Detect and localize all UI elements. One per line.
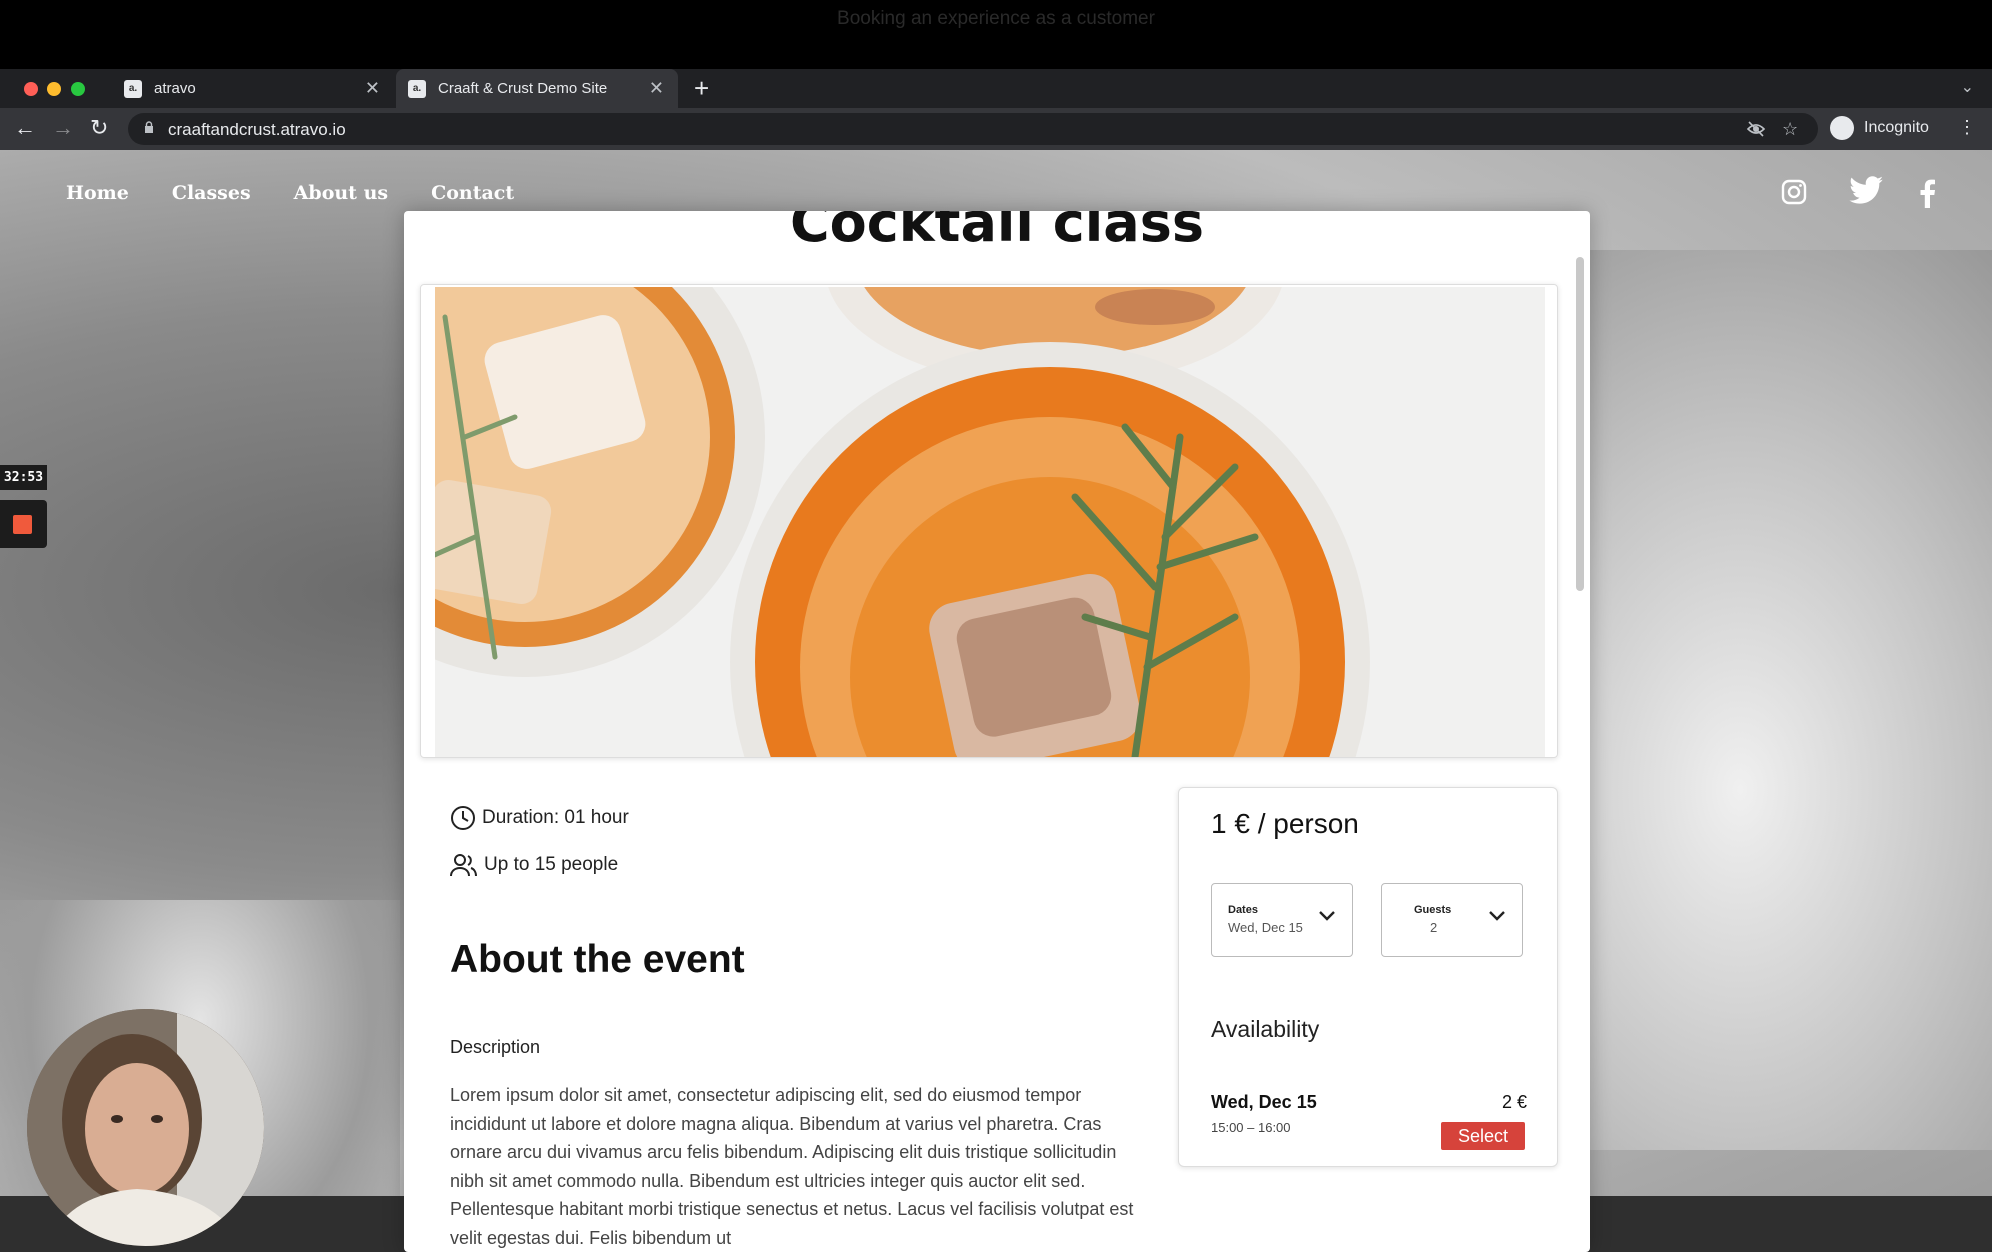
dates-value: Wed, Dec 15 — [1228, 920, 1303, 935]
profile-label: Incognito — [1864, 119, 1929, 136]
close-tab-icon[interactable]: ✕ — [649, 78, 664, 99]
recording-caption: Booking an experience as a customer — [837, 8, 1155, 29]
browser-tabstrip: a. atravo ✕ a. Craaft & Crust Demo Site … — [0, 69, 1992, 108]
tracking-protection-eye-off-icon[interactable] — [1746, 119, 1766, 144]
event-title: Cocktail class — [790, 211, 1204, 254]
recording-timer: 32:53 — [0, 465, 47, 490]
slot-date: Wed, Dec 15 — [1211, 1092, 1317, 1112]
stop-recording-button[interactable] — [0, 500, 47, 548]
panel-scrollbar[interactable] — [1576, 257, 1584, 591]
duration-row: Duration: 01 hour — [450, 805, 629, 831]
back-arrow-icon[interactable]: ← — [14, 115, 36, 141]
website-viewport: Home Classes About us Contact Cocktail c… — [0, 150, 1992, 1252]
lock-icon — [145, 121, 153, 133]
instagram-icon[interactable] — [1780, 178, 1808, 211]
reload-icon[interactable]: ↻ — [90, 115, 108, 141]
incognito-icon — [1830, 116, 1854, 140]
duration-text: Duration: 01 hour — [482, 807, 629, 828]
site-nav: Home Classes About us Contact — [66, 182, 514, 204]
webcam-bubble[interactable] — [27, 1009, 264, 1246]
tab-atravo[interactable]: a. atravo ✕ — [112, 69, 394, 108]
stop-icon — [13, 515, 32, 534]
tab-title: Craaft & Crust Demo Site — [438, 80, 608, 97]
address-bar[interactable]: craaftandcrust.atravo.io ☆ — [128, 113, 1818, 145]
dates-dropdown[interactable]: Dates Wed, Dec 15 — [1211, 883, 1353, 957]
capacity-text: Up to 15 people — [484, 854, 619, 875]
tab-search-chevron-icon[interactable]: ⌄ — [1961, 77, 1974, 97]
browser-menu-icon[interactable]: ⋮ — [1958, 117, 1976, 138]
recording-caption-bar: Booking an experience as a customer — [0, 0, 1992, 69]
atravo-favicon-icon: a. — [408, 79, 426, 98]
price-per-person: 1 € / person — [1211, 808, 1359, 839]
guests-dropdown[interactable]: Guests 2 — [1381, 883, 1523, 957]
nav-contact[interactable]: Contact — [431, 182, 514, 204]
bookmark-star-icon[interactable]: ☆ — [1782, 119, 1798, 140]
guests-label: Guests — [1414, 904, 1452, 916]
forward-arrow-icon[interactable]: → — [52, 115, 74, 141]
description-text: Lorem ipsum dolor sit amet, consectetur … — [450, 1085, 1134, 1248]
maximize-window-button[interactable] — [71, 82, 85, 96]
browser-toolbar: ← → ↻ craaftandcrust.atravo.io ☆ Incogni… — [0, 108, 1992, 150]
slot-time: 15:00 – 16:00 — [1211, 1120, 1291, 1135]
guests-value: 2 — [1430, 920, 1438, 935]
dates-label: Dates — [1228, 904, 1258, 916]
booking-card: 1 € / person Dates Wed, Dec 15 Guests 2 … — [1178, 787, 1558, 1167]
chevron-down-icon — [1489, 911, 1505, 921]
nav-about-us[interactable]: About us — [294, 182, 388, 204]
nav-home[interactable]: Home — [66, 182, 129, 204]
clock-icon — [451, 806, 475, 830]
atravo-favicon-icon: a. — [124, 79, 142, 98]
event-detail-panel: Cocktail class Duration: 01 hour Up to 1… — [404, 211, 1590, 1252]
capacity-row: Up to 15 people — [450, 852, 618, 878]
nav-classes[interactable]: Classes — [172, 182, 251, 204]
close-window-button[interactable] — [24, 82, 38, 96]
tab-title: atravo — [154, 80, 196, 97]
slot-price: 2 € — [1501, 1092, 1527, 1112]
facebook-icon[interactable] — [1918, 178, 1936, 213]
new-tab-button[interactable]: + — [694, 73, 709, 104]
url-text: craaftandcrust.atravo.io — [168, 120, 346, 139]
incognito-profile-button[interactable]: Incognito — [1830, 116, 1929, 140]
availability-heading: Availability — [1211, 1016, 1320, 1042]
minimize-window-button[interactable] — [47, 82, 61, 96]
chevron-down-icon — [1319, 911, 1335, 921]
tab-craaft-crust[interactable]: a. Craaft & Crust Demo Site ✕ — [396, 69, 678, 108]
description-label: Description — [450, 1037, 541, 1057]
close-tab-icon[interactable]: ✕ — [365, 78, 380, 99]
hero-image-frame — [420, 284, 1558, 758]
about-heading: About the event — [450, 938, 745, 981]
cocktail-photo — [435, 287, 1545, 757]
people-icon — [450, 854, 477, 877]
select-slot-button[interactable]: Select — [1441, 1122, 1525, 1150]
twitter-icon[interactable] — [1848, 176, 1884, 211]
